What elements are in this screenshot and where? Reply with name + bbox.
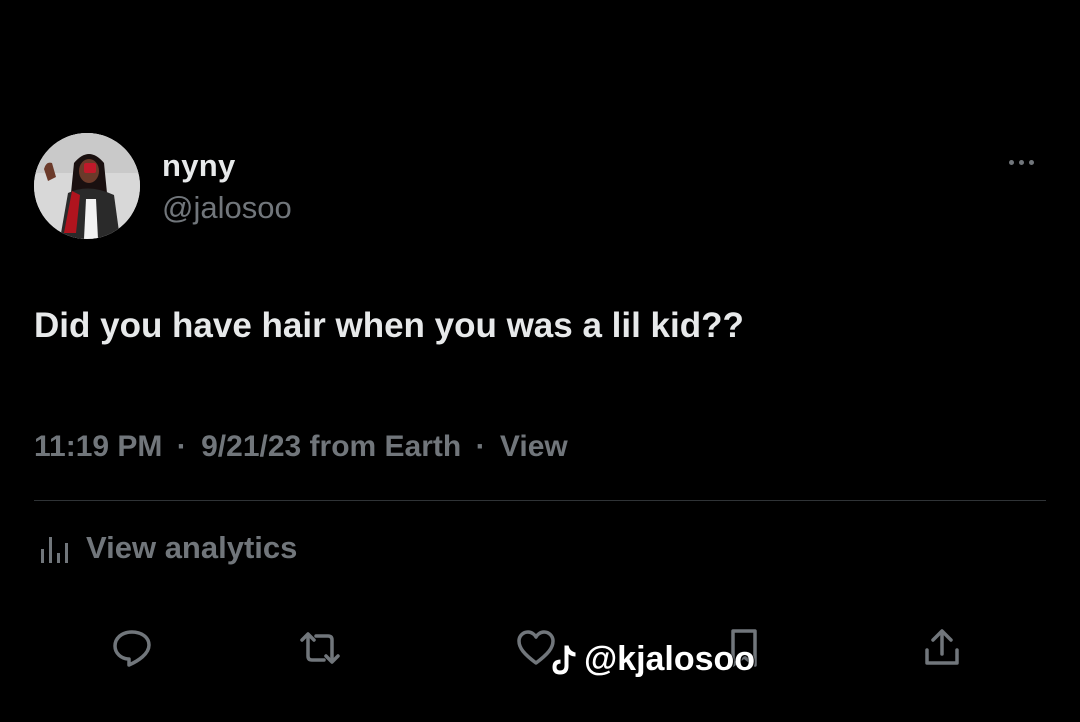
tiktok-watermark: @kjalosoo — [548, 640, 755, 679]
retweet-button[interactable] — [292, 620, 348, 676]
watermark-text: @kjalosoo — [584, 640, 756, 678]
profile-photo — [34, 133, 140, 239]
tweet-time[interactable]: 11:19 PM — [34, 430, 162, 463]
more-dot-icon — [1008, 159, 1014, 165]
share-icon — [925, 629, 959, 665]
comment-icon — [113, 630, 151, 667]
more-dot-icon — [1018, 159, 1024, 165]
bar-chart-icon — [41, 537, 68, 563]
meta-separator: · — [475, 430, 486, 463]
share-button[interactable] — [914, 620, 970, 676]
action-bar — [0, 620, 1080, 676]
view-analytics-label: View analytics — [86, 530, 298, 565]
divider — [34, 500, 1046, 501]
views-link[interactable]: View — [500, 430, 568, 463]
tweet-text: Did you have hair when you was a lil kid… — [34, 306, 744, 345]
view-analytics-button[interactable]: View analytics — [38, 530, 297, 566]
tiktok-icon — [551, 644, 577, 676]
avatar[interactable] — [34, 133, 140, 239]
display-name[interactable]: nyny — [162, 148, 236, 184]
meta-separator: · — [176, 430, 187, 463]
retweet-icon — [300, 632, 340, 664]
user-handle[interactable]: @jalosoo — [162, 190, 292, 226]
more-options-button[interactable] — [996, 150, 1046, 174]
tweet-meta: 11:19 PM · 9/21/23 from Earth · View — [34, 430, 568, 464]
reply-button[interactable] — [104, 620, 160, 676]
tweet-date[interactable]: 9/21/23 — [201, 430, 301, 463]
tweet-source: from Earth — [309, 430, 462, 463]
more-dot-icon — [1028, 159, 1034, 165]
